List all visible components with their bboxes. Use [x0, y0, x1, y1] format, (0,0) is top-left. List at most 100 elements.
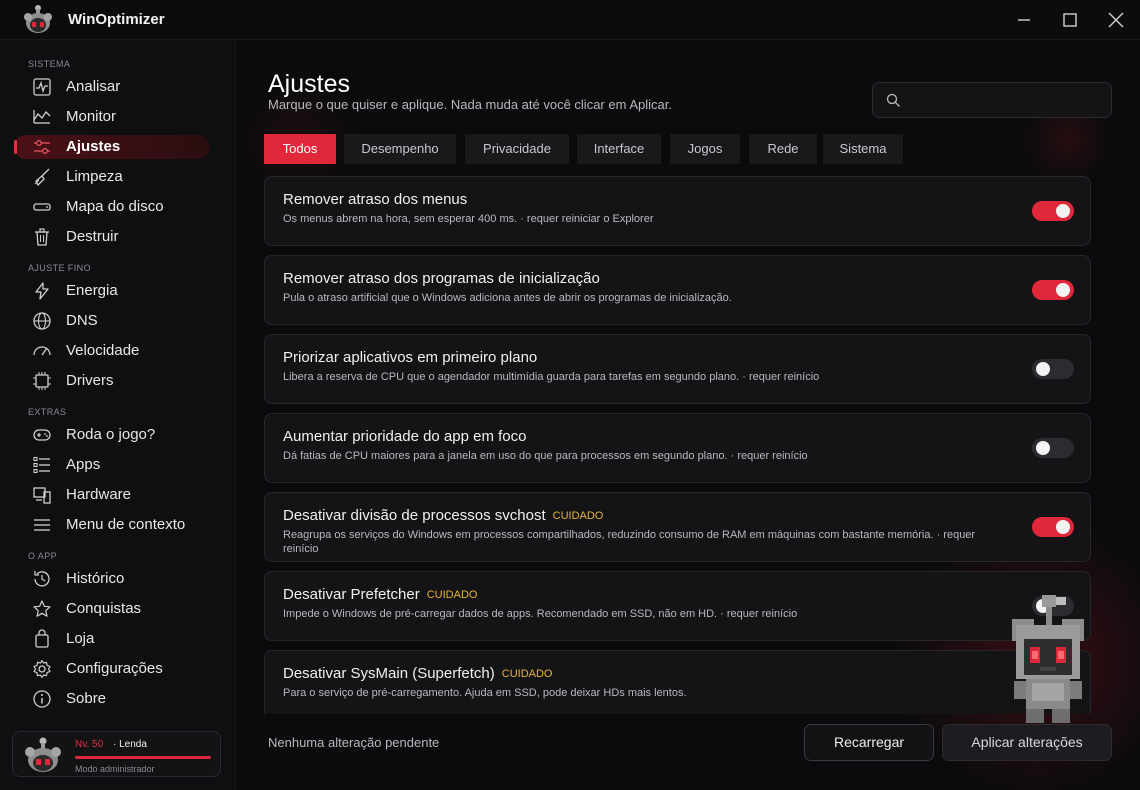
- sidebar-item-label: Apps: [66, 456, 101, 473]
- caution-badge: CUIDADO: [552, 510, 604, 522]
- sidebar-item-limpeza[interactable]: Limpeza: [14, 165, 210, 189]
- search-box[interactable]: [872, 82, 1112, 118]
- sidebar-section-label: O APP: [28, 551, 58, 561]
- sidebar-item-destruir[interactable]: Destruir: [14, 225, 210, 249]
- sidebar-item-mapa-do-disco[interactable]: Mapa do disco: [14, 195, 210, 219]
- tweak-card: Priorizar aplicativos em primeiro plano …: [264, 334, 1091, 404]
- user-rank: · Lenda: [113, 739, 147, 750]
- tweak-description: Impede o Windows de pré-carregar dados d…: [283, 608, 798, 620]
- app-logo: [22, 3, 54, 35]
- tab-jogos[interactable]: Jogos: [670, 134, 740, 164]
- trash-icon: [32, 227, 52, 247]
- sidebar-item-drivers[interactable]: Drivers: [14, 369, 210, 393]
- main-content: Ajustes Marque o que quiser e aplique. N…: [237, 40, 1140, 790]
- tweak-toggle[interactable]: [1032, 517, 1074, 537]
- maximize-icon[interactable]: [1058, 8, 1082, 32]
- bolt-icon: [32, 281, 52, 301]
- chart-area-icon: [32, 107, 52, 127]
- sidebar-item-energia[interactable]: Energia: [14, 279, 210, 303]
- reload-button[interactable]: Recarregar: [804, 724, 934, 761]
- broom-icon: [32, 167, 52, 187]
- sidebar-item-label: Mapa do disco: [66, 198, 164, 215]
- sidebar-item-label: Conquistas: [66, 600, 142, 617]
- tweak-toggle[interactable]: [1032, 359, 1074, 379]
- sidebar-item-configuracoes[interactable]: Configurações: [14, 657, 210, 681]
- pending-status: Nenhuma alteração pendente: [268, 735, 440, 750]
- tweak-title: Remover atraso dos programas de iniciali…: [283, 270, 600, 287]
- caution-badge: CUIDADO: [426, 589, 478, 601]
- tweak-title: Remover atraso dos menus: [283, 191, 468, 208]
- tab-desempenho[interactable]: Desempenho: [344, 134, 456, 164]
- sidebar-item-ajustes[interactable]: Ajustes: [14, 135, 210, 159]
- sidebar-item-label: Loja: [66, 630, 95, 647]
- tweak-title: Desativar divisão de processos svchost: [283, 507, 546, 524]
- menu-icon: [32, 515, 52, 535]
- sidebar-item-roda-o-jogo[interactable]: Roda o jogo?: [14, 423, 210, 447]
- tab-rede[interactable]: Rede: [749, 134, 817, 164]
- sidebar-item-monitor[interactable]: Monitor: [14, 105, 210, 129]
- tweak-title: Desativar Prefetcher: [283, 586, 420, 603]
- globe-icon: [32, 311, 52, 331]
- sidebar-item-velocidade[interactable]: Velocidade: [14, 339, 210, 363]
- tweak-description: Pula o atraso artificial que o Windows a…: [283, 292, 732, 304]
- tweak-card: Aumentar prioridade do app em foco Dá fa…: [264, 413, 1091, 483]
- sidebar-item-analisar[interactable]: Analisar: [14, 75, 210, 99]
- tweak-description: Reagrupa os serviços do Windows em proce…: [283, 529, 976, 555]
- sidebar-item-dns[interactable]: DNS: [14, 309, 210, 333]
- info-icon: [32, 689, 52, 709]
- tab-privacidade[interactable]: Privacidade: [465, 134, 569, 164]
- sidebar-item-label: Destruir: [66, 228, 119, 245]
- list-icon: [32, 455, 52, 475]
- tab-todos[interactable]: Todos: [264, 134, 336, 164]
- hardware-icon: [32, 485, 52, 505]
- tweak-description: Libera a reserva de CPU que o agendador …: [283, 371, 820, 383]
- search-input[interactable]: [911, 91, 1101, 111]
- tweak-description: Para o serviço de pré-carregamento. Ajud…: [283, 687, 687, 699]
- title-bar: WinOptimizer: [0, 0, 1140, 40]
- sidebar-item-conquistas[interactable]: Conquistas: [14, 597, 210, 621]
- sidebar-item-loja[interactable]: Loja: [14, 627, 210, 651]
- sidebar-section-label: SISTEMA: [28, 59, 71, 69]
- sidebar-item-label: Velocidade: [66, 342, 140, 359]
- tweak-card: Remover atraso dos programas de iniciali…: [264, 255, 1091, 325]
- tweak-toggle[interactable]: [1032, 280, 1074, 300]
- toggle-knob: [1056, 204, 1070, 218]
- sidebar-item-menu-de-contexto[interactable]: Menu de contexto: [14, 513, 210, 537]
- user-mode: Modo administrador: [75, 764, 155, 774]
- gamepad-icon: [32, 425, 52, 445]
- tweak-toggle[interactable]: [1032, 201, 1074, 221]
- avatar: [23, 735, 63, 775]
- tweak-card: Remover atraso dos menus Os menus abrem …: [264, 176, 1091, 246]
- sidebar-item-apps[interactable]: Apps: [14, 453, 210, 477]
- sidebar-item-sobre[interactable]: Sobre: [14, 687, 210, 711]
- star-icon: [32, 599, 52, 619]
- sidebar-item-label: Histórico: [66, 570, 125, 587]
- history-icon: [32, 569, 52, 589]
- sidebar-item-label: Monitor: [66, 108, 117, 125]
- tweak-card: Desativar SysMain (Superfetch) CUIDADO Pa…: [264, 650, 1091, 714]
- tab-interface[interactable]: Interface: [577, 134, 661, 164]
- user-card[interactable]: Nv. 50 · Lenda Modo administrador: [12, 731, 221, 777]
- tweak-card: Desativar divisão de processos svchost CU…: [264, 492, 1091, 562]
- tweak-title: Aumentar prioridade do app em foco: [283, 428, 527, 445]
- sliders-icon: [32, 137, 52, 157]
- tab-sistema[interactable]: Sistema: [823, 134, 903, 164]
- sidebar-item-hardware[interactable]: Hardware: [14, 483, 210, 507]
- sidebar-item-label: Drivers: [66, 372, 114, 389]
- tweak-description: Dá fatias de CPU maiores para a janela e…: [283, 450, 808, 462]
- gear-icon: [32, 659, 52, 679]
- mascot-image: [1002, 595, 1094, 725]
- sidebar-item-label: DNS: [66, 312, 98, 329]
- sidebar-item-label: Menu de contexto: [66, 516, 186, 533]
- tweak-title: Desativar SysMain (Superfetch): [283, 665, 495, 682]
- close-icon[interactable]: [1104, 8, 1128, 32]
- sidebar-item-historico[interactable]: Histórico: [14, 567, 210, 591]
- caution-badge: CUIDADO: [501, 668, 553, 680]
- tweak-toggle[interactable]: [1032, 438, 1074, 458]
- speed-icon: [32, 341, 52, 361]
- apply-button[interactable]: Aplicar alterações: [942, 724, 1112, 761]
- chip-icon: [32, 371, 52, 391]
- bag-icon: [32, 629, 52, 649]
- disk-icon: [32, 197, 52, 217]
- minimize-icon[interactable]: [1012, 8, 1036, 32]
